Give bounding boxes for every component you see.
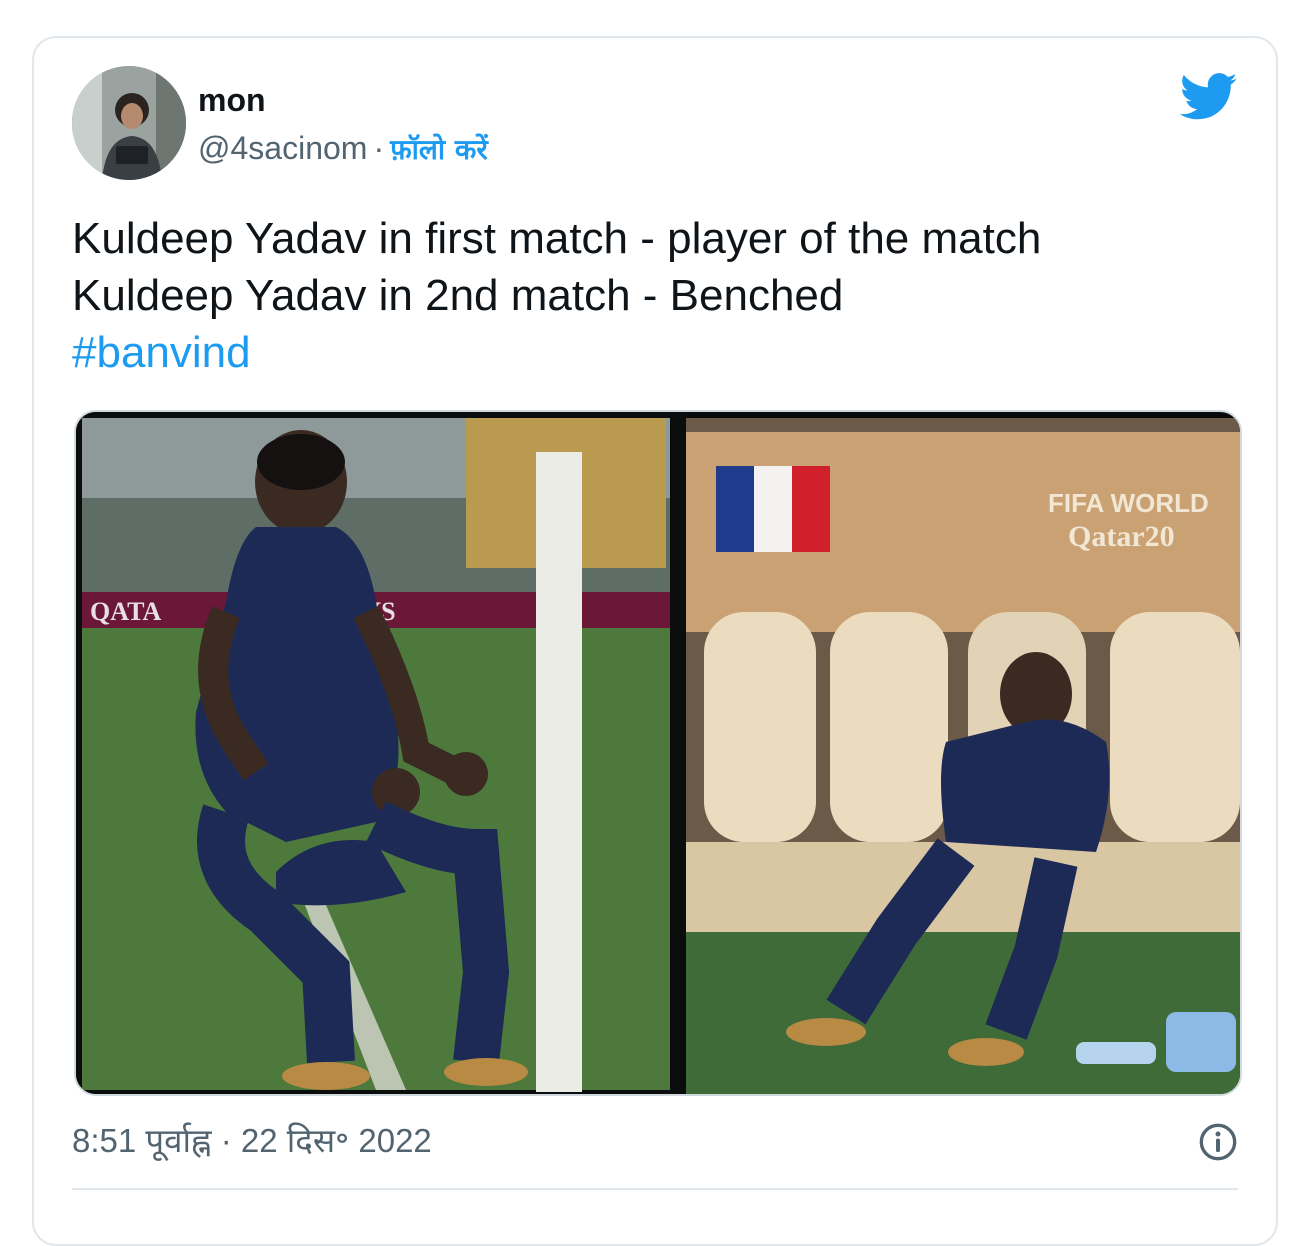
tweet-card: mon @4sacinom · फ़ॉलो करें Kuldeep Yadav i…: [32, 36, 1278, 1246]
meta-separator: ·: [373, 130, 385, 166]
right-banner-line-2: Qatar20: [1068, 520, 1175, 553]
hashtag-link[interactable]: #banvind: [72, 324, 1232, 381]
left-panel-photo: QATA AYS: [76, 412, 672, 1094]
avatar[interactable]: [72, 66, 186, 180]
author-handle[interactable]: @4sacinom: [198, 130, 367, 166]
media-photo-collage: QATA AYS: [76, 412, 1240, 1094]
follow-link[interactable]: फ़ॉलो करें: [390, 133, 488, 166]
info-icon[interactable]: [1198, 1122, 1238, 1162]
footer-divider: [72, 1188, 1238, 1190]
avatar-image: [72, 66, 186, 180]
tweet-timestamp[interactable]: 8:51 पूर्वाह्न · 22 दिस॰ 2022: [72, 1120, 432, 1162]
twitter-bird-icon[interactable]: [1180, 72, 1238, 122]
author-meta: @4sacinom · फ़ॉलो करें: [198, 128, 488, 170]
right-panel-photo: FIFA WORLD Qatar20: [686, 418, 1240, 1094]
tweet-text-line-1: Kuldeep Yadav in first match - player of…: [72, 214, 1042, 263]
left-board-text: QATA: [90, 597, 161, 626]
tweet-text-line-2: Kuldeep Yadav in 2nd match - Benched: [72, 271, 844, 320]
right-banner-line-1: FIFA WORLD: [1048, 488, 1209, 518]
tweet-media-image[interactable]: QATA AYS: [74, 410, 1242, 1096]
author-name[interactable]: mon: [198, 80, 266, 120]
tweet-text: Kuldeep Yadav in first match - player of…: [72, 210, 1232, 381]
